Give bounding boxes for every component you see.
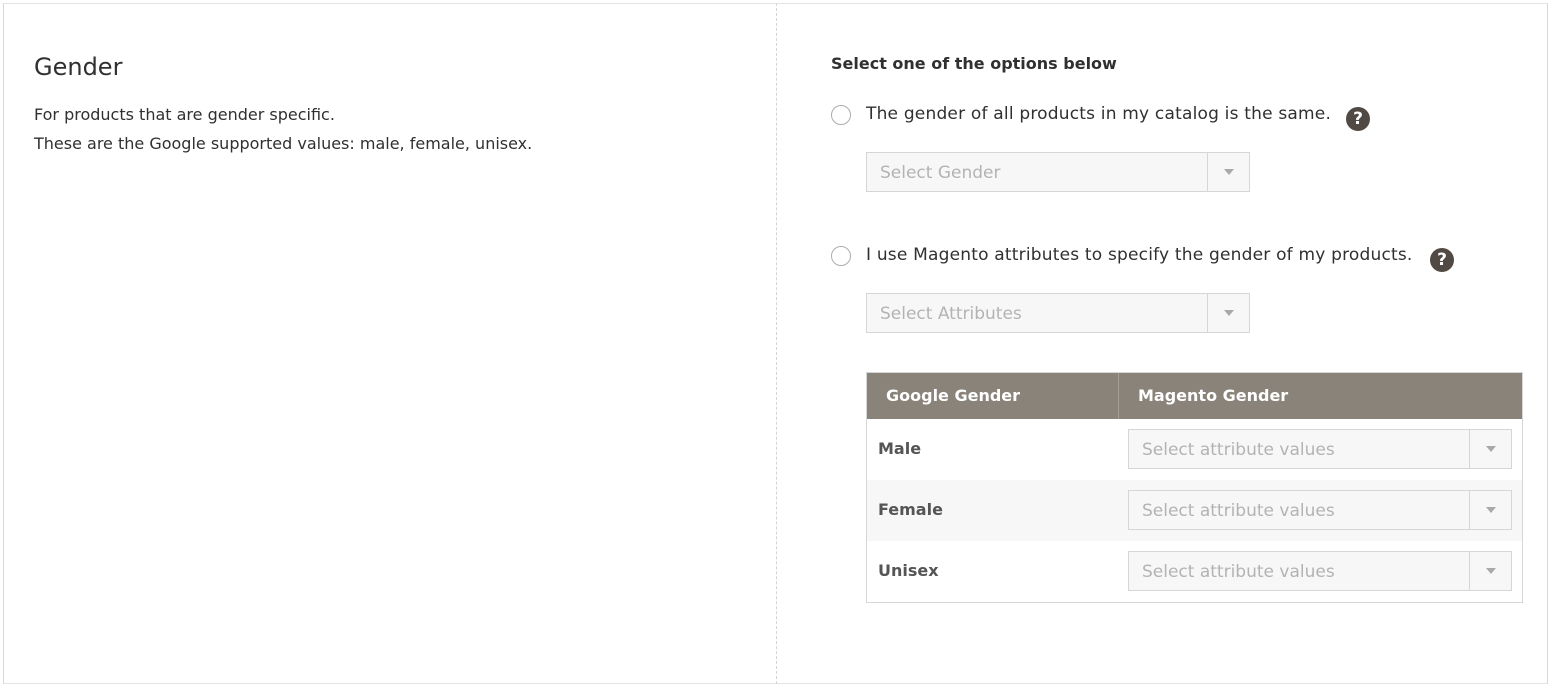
google-gender-label: Male: [878, 439, 922, 458]
radio-magento-attributes-label[interactable]: I use Magento attributes to specify the …: [866, 245, 1413, 265]
description-line: These are the Google supported values: m…: [34, 134, 533, 153]
radio-magento-attributes[interactable]: [831, 246, 851, 266]
chevron-down-icon: [1224, 169, 1234, 175]
section-title: Gender: [34, 53, 123, 81]
dropdown-toggle[interactable]: [1207, 294, 1249, 332]
radio-same-gender-label[interactable]: The gender of all products in my catalog…: [866, 104, 1331, 124]
magento-gender-select[interactable]: Select attribute values: [1128, 551, 1512, 591]
help-icon[interactable]: ?: [1346, 107, 1370, 131]
table-row: Female Select attribute values: [867, 480, 1522, 541]
select-attribute-values-placeholder: Select attribute values: [1142, 562, 1335, 582]
select-attribute-values-placeholder: Select attribute values: [1142, 501, 1335, 521]
select-attribute-values-placeholder: Select attribute values: [1142, 440, 1335, 460]
dropdown-toggle[interactable]: [1469, 491, 1511, 529]
help-icon[interactable]: ?: [1430, 248, 1454, 272]
chevron-down-icon: [1486, 507, 1496, 513]
table-header: Google Gender Magento Gender: [867, 373, 1522, 419]
magento-gender-select[interactable]: Select attribute values: [1128, 429, 1512, 469]
google-gender-label: Unisex: [878, 561, 939, 580]
dropdown-toggle[interactable]: [1207, 153, 1249, 191]
gender-mapping-table: Google Gender Magento Gender Male Select…: [866, 372, 1523, 603]
select-gender-dropdown[interactable]: Select Gender: [866, 152, 1250, 192]
options-instruction: Select one of the options below: [831, 54, 1117, 73]
header-separator: [1118, 373, 1119, 419]
chevron-down-icon: [1486, 446, 1496, 452]
column-header-google-gender: Google Gender: [886, 386, 1021, 405]
column-divider: [776, 3, 777, 684]
radio-same-gender[interactable]: [831, 105, 851, 125]
table-row: Male Select attribute values: [867, 419, 1522, 480]
dropdown-toggle[interactable]: [1469, 552, 1511, 590]
select-attributes-dropdown[interactable]: Select Attributes: [866, 293, 1250, 333]
chevron-down-icon: [1486, 568, 1496, 574]
select-attributes-placeholder: Select Attributes: [880, 304, 1022, 324]
google-gender-label: Female: [878, 500, 943, 519]
select-gender-placeholder: Select Gender: [880, 163, 1001, 183]
column-header-magento-gender: Magento Gender: [1138, 386, 1289, 405]
table-row: Unisex Select attribute values: [867, 541, 1522, 602]
chevron-down-icon: [1224, 310, 1234, 316]
magento-gender-select[interactable]: Select attribute values: [1128, 490, 1512, 530]
description-line: For products that are gender specific.: [34, 105, 335, 124]
dropdown-toggle[interactable]: [1469, 430, 1511, 468]
